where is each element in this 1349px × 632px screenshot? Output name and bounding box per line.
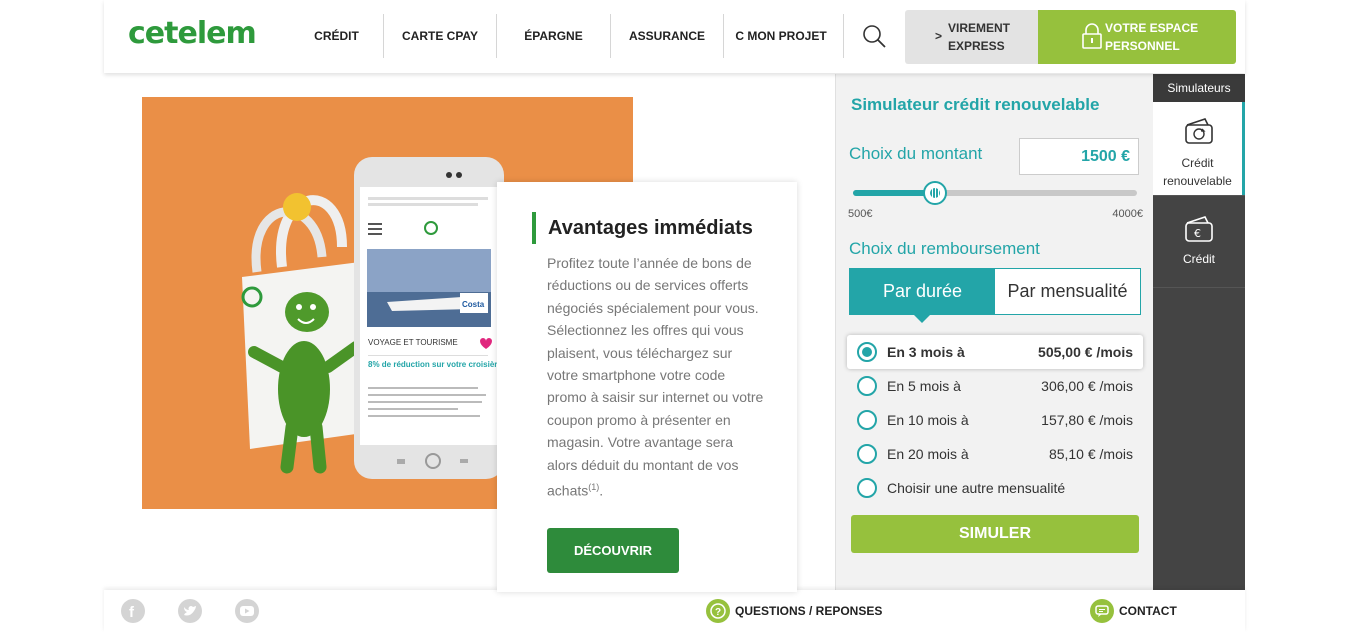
option-label: En 3 mois à [887, 344, 965, 360]
cetelem-logo[interactable]: cetelem [128, 16, 257, 51]
espace-personnel-button[interactable]: VOTRE ESPACE PERSONNEL [1038, 10, 1236, 64]
nav-assurance[interactable]: ASSURANCE [611, 14, 724, 58]
simuler-button[interactable]: SIMULER [851, 515, 1139, 553]
side-item-label: Crédit [1182, 252, 1215, 266]
option-label: En 20 mois à [887, 446, 969, 462]
amount-input[interactable]: 1500 € [1019, 138, 1139, 175]
svg-text:?: ? [715, 607, 721, 618]
svg-text:€: € [1194, 227, 1201, 240]
side-panel-header: Simulateurs [1153, 74, 1245, 102]
option-value: 306,00 € /mois [1041, 378, 1133, 394]
contact-link[interactable]: CONTACT [1090, 599, 1177, 623]
option-value: 85,10 € /mois [1048, 446, 1133, 462]
tab-par-mensualite[interactable]: Par mensualité [995, 269, 1140, 314]
questions-label: QUESTIONS / REPONSES [735, 604, 883, 618]
option-autre-mensualite[interactable]: Choisir une autre mensualité [847, 471, 1143, 505]
nav-credit[interactable]: CRÉDIT [290, 14, 384, 58]
wallet-refresh-icon [1185, 118, 1213, 144]
option-20-mois[interactable]: En 20 mois à 85,10 € /mois [847, 437, 1143, 471]
questions-reponses-link[interactable]: ? QUESTIONS / REPONSES [706, 599, 882, 623]
phone-headline: 8% de réduction sur votre croisière [368, 360, 502, 369]
phone-category: VOYAGE ET TOURISME [368, 338, 458, 347]
amount-label: Choix du montant [849, 144, 983, 163]
nav-divider [843, 14, 844, 58]
question-icon: ? [706, 599, 730, 623]
promo-text: Profitez toute l’année de bons de réduct… [547, 255, 764, 499]
main-nav: CRÉDIT CARTE CPAY ÉPARGNE ASSURANCE C MO… [290, 14, 838, 58]
credit-simulator: Simulateur crédit renouvelable Choix du … [835, 74, 1153, 590]
nav-carte-cpay[interactable]: CARTE CPAY [384, 14, 497, 58]
promo-footnote-ref: (1) [588, 482, 600, 493]
repay-tabs: Par durée Par mensualité [849, 268, 1141, 323]
twitter-icon[interactable] [178, 599, 202, 623]
radio-button[interactable] [857, 444, 877, 464]
option-3-mois[interactable]: En 3 mois à 505,00 € /mois [847, 335, 1143, 369]
amount-slider[interactable] [853, 181, 1137, 205]
lock-icon [1082, 23, 1102, 49]
tab-par-duree[interactable]: Par durée [850, 269, 995, 323]
svg-text:f: f [129, 604, 135, 621]
promo-card: Avantages immédiats Profitez toute l’ann… [497, 182, 797, 592]
option-label: En 10 mois à [887, 412, 969, 428]
decouvrir-button[interactable]: DÉCOUVRIR [547, 528, 679, 573]
option-value: 157,80 € /mois [1041, 412, 1133, 428]
simulator-title: Simulateur crédit renouvelable [851, 95, 1100, 114]
side-item-credit[interactable]: € Crédit [1153, 195, 1245, 288]
simulators-side-panel: Simulateurs Crédit renouvelable € Crédit [1153, 74, 1245, 590]
option-label: En 5 mois à [887, 378, 961, 394]
side-item-label: Crédit renouvelable [1163, 156, 1232, 188]
option-5-mois[interactable]: En 5 mois à 306,00 € /mois [847, 369, 1143, 403]
side-item-credit-renouvelable[interactable]: Crédit renouvelable [1153, 102, 1245, 195]
costa-brand: Costa [462, 300, 485, 309]
nav-c-mon-projet[interactable]: C MON PROJET [724, 14, 838, 58]
promo-text-body: Profitez toute l’année de bons de réduct… [547, 255, 764, 499]
facebook-icon[interactable]: f [121, 599, 145, 623]
promo-title: Avantages immédiats [532, 212, 753, 244]
chevron-right-icon: > [935, 29, 943, 43]
option-label: Choisir une autre mensualité [887, 480, 1066, 496]
virement-express-button[interactable]: > VIREMENT EXPRESS [905, 10, 1038, 64]
nav-epargne[interactable]: ÉPARGNE [497, 14, 611, 58]
chat-icon [1090, 599, 1114, 623]
wallet-euro-icon: € [1185, 216, 1213, 242]
option-value: 505,00 € /mois [1038, 344, 1133, 360]
repay-label: Choix du remboursement [849, 239, 1040, 258]
option-10-mois[interactable]: En 10 mois à 157,80 € /mois [847, 403, 1143, 437]
radio-button[interactable] [857, 478, 877, 498]
footer-bar: f ? QUESTIONS / REPONSES CONTACT [104, 590, 1245, 632]
contact-label: CONTACT [1119, 604, 1177, 618]
virement-express-label: VIREMENT EXPRESS [948, 21, 1011, 53]
top-header: cetelem CRÉDIT CARTE CPAY ÉPARGNE ASSURA… [104, 0, 1245, 73]
slider-min-label: 500€ [848, 208, 873, 220]
slider-max-label: 4000€ [1112, 208, 1143, 220]
slider-thumb[interactable] [923, 181, 947, 205]
espace-personnel-label: VOTRE ESPACE PERSONNEL [1105, 21, 1199, 53]
radio-button[interactable] [857, 342, 877, 362]
radio-button[interactable] [857, 376, 877, 396]
search-icon[interactable] [860, 22, 890, 52]
radio-button[interactable] [857, 410, 877, 430]
youtube-icon[interactable] [235, 599, 259, 623]
